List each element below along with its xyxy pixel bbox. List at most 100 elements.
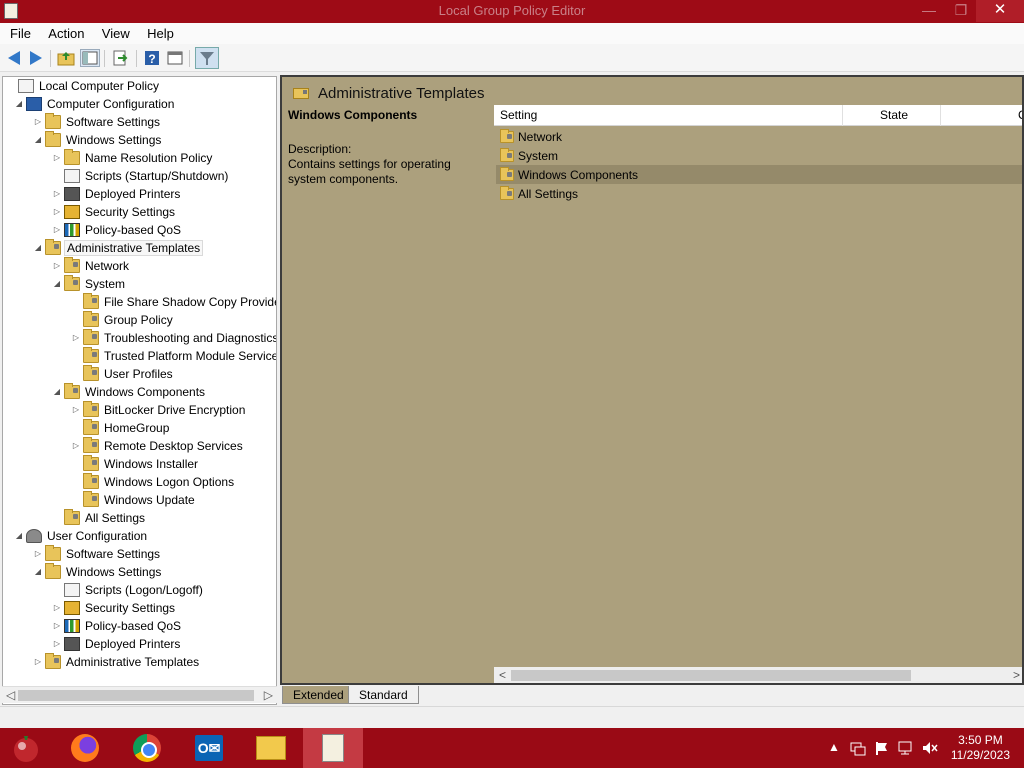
menu-action[interactable]: Action	[38, 23, 84, 41]
expand-icon[interactable]: ▷	[32, 113, 44, 131]
tree-item[interactable]: ◢ Windows Settings	[32, 131, 163, 149]
taskbar-file-explorer[interactable]	[241, 728, 301, 768]
scroll-right-icon[interactable]: >	[1013, 668, 1020, 682]
expand-icon[interactable]: ▷	[51, 185, 63, 203]
expand-icon[interactable]: ▷	[70, 329, 82, 347]
volume-muted-icon[interactable]	[922, 740, 938, 756]
tree-item[interactable]: ◢ Windows Settings	[32, 563, 163, 581]
menu-file[interactable]: File	[0, 23, 31, 41]
expand-icon[interactable]: ▷	[32, 653, 44, 671]
collapse-icon[interactable]: ◢	[32, 239, 44, 257]
tree-item[interactable]: ◢ Windows Components	[51, 383, 207, 401]
tree-item[interactable]: ▷ Name Resolution Policy	[51, 149, 214, 167]
console-tree[interactable]: Local Computer Policy ◢ Computer Configura…	[2, 76, 277, 705]
collapse-icon[interactable]: ◢	[51, 275, 63, 293]
tree-item[interactable]: Windows Update	[70, 491, 197, 509]
list-horizontal-scrollbar[interactable]: < >	[494, 667, 1022, 683]
tree-item[interactable]: HomeGroup	[70, 419, 171, 437]
collapse-icon[interactable]: ◢	[32, 563, 44, 581]
setting-list-item[interactable]: Windows Components	[496, 165, 1022, 184]
action-center-flag-icon[interactable]	[874, 740, 890, 756]
tree-item[interactable]: File Share Shadow Copy Provider	[70, 293, 276, 311]
expand-icon[interactable]: ▷	[51, 203, 63, 221]
tree-item[interactable]: ▷ Deployed Printers	[51, 185, 182, 203]
back-button[interactable]	[4, 49, 24, 67]
scrollbar-thumb[interactable]	[18, 690, 254, 701]
tree-item[interactable]: Trusted Platform Module Services	[70, 347, 276, 365]
scroll-left-icon[interactable]: <	[499, 668, 506, 682]
properties-button[interactable]	[165, 49, 185, 67]
taskbar-firefox[interactable]	[55, 728, 115, 768]
expand-icon[interactable]: ▷	[32, 545, 44, 563]
expand-icon[interactable]: ▷	[51, 599, 63, 617]
collapse-icon[interactable]: ◢	[13, 527, 25, 545]
tree-item[interactable]: Scripts (Logon/Logoff)	[51, 581, 205, 599]
taskbar-group-policy-editor[interactable]	[303, 728, 363, 768]
up-one-level-button[interactable]	[56, 49, 76, 67]
expand-icon[interactable]: ▷	[51, 617, 63, 635]
column-setting[interactable]: Setting	[500, 108, 537, 122]
taskbar-chrome[interactable]	[117, 728, 177, 768]
tab-standard[interactable]: Standard	[348, 686, 419, 704]
expand-icon[interactable]: ▷	[70, 437, 82, 455]
setting-list-item[interactable]: All Settings	[496, 184, 1022, 203]
tree-item[interactable]: ▷ Security Settings	[51, 599, 177, 617]
column-comment[interactable]: C	[1018, 108, 1022, 122]
close-button[interactable]: ✕	[976, 0, 1024, 22]
expand-icon[interactable]: ▷	[70, 401, 82, 419]
tree-item[interactable]: Group Policy	[70, 311, 175, 329]
tree-item[interactable]: ▷ Administrative Templates	[32, 653, 201, 671]
menu-view[interactable]: View	[92, 23, 130, 41]
tree-item[interactable]: ◢ User Configuration	[13, 527, 149, 545]
tree-item[interactable]: Windows Logon Options	[70, 473, 236, 491]
tree-item[interactable]: ▷ Troubleshooting and Diagnostics	[70, 329, 276, 347]
setting-list-item[interactable]: Network	[496, 127, 1022, 146]
tree-item[interactable]: ▷ Policy-based QoS	[51, 221, 183, 239]
tree-item[interactable]: All Settings	[51, 509, 147, 527]
column-state[interactable]: State	[880, 108, 908, 122]
wired-network-icon[interactable]	[898, 740, 914, 756]
tree-item[interactable]: ▷ Network	[51, 257, 131, 275]
tree-item[interactable]: ▷ Remote Desktop Services	[70, 437, 245, 455]
expand-icon[interactable]: ▷	[51, 149, 63, 167]
setting-list-item[interactable]: System	[496, 146, 1022, 165]
menu-help[interactable]: Help	[137, 23, 174, 41]
tree-item[interactable]: ▷ Software Settings	[32, 113, 162, 131]
taskbar-outlook[interactable]: O✉	[179, 728, 239, 768]
tree-item[interactable]: ▷ Deployed Printers	[51, 635, 182, 653]
help-button[interactable]: ?	[142, 49, 162, 67]
network-icon[interactable]	[850, 740, 866, 756]
tree-item[interactable]: User Profiles	[70, 365, 175, 383]
tree-item[interactable]: ◢ Computer Configuration	[13, 95, 176, 113]
minimize-button[interactable]: —	[914, 0, 944, 22]
tree-item[interactable]: Scripts (Startup/Shutdown)	[51, 167, 230, 185]
filter-button[interactable]	[195, 47, 219, 69]
maximize-button[interactable]: ❐	[946, 0, 976, 22]
show-hidden-icons-button[interactable]: ▲	[828, 740, 840, 754]
system-clock[interactable]: 3:50 PM 11/29/2023	[951, 733, 1010, 763]
export-list-button[interactable]	[110, 49, 130, 67]
expand-icon[interactable]: ▷	[51, 221, 63, 239]
scroll-right-icon[interactable]: ▷	[264, 688, 273, 702]
collapse-icon[interactable]: ◢	[51, 383, 63, 401]
show-hide-tree-button[interactable]	[80, 49, 100, 67]
collapse-icon[interactable]: ◢	[32, 131, 44, 149]
tree-item[interactable]: Local Computer Policy	[5, 77, 161, 95]
tree-item[interactable]: ▷ Software Settings	[32, 545, 162, 563]
forward-button[interactable]	[26, 49, 46, 67]
column-divider[interactable]	[940, 105, 941, 126]
scrollbar-thumb[interactable]	[511, 670, 911, 681]
expand-icon[interactable]: ▷	[51, 257, 63, 275]
scroll-left-icon[interactable]: ◁	[6, 688, 15, 702]
tree-item[interactable]: ▷ Policy-based QoS	[51, 617, 183, 635]
tree-horizontal-scrollbar[interactable]: ◁ ▷	[2, 686, 277, 703]
start-button-icon[interactable]	[10, 732, 42, 764]
expand-icon[interactable]: ▷	[51, 635, 63, 653]
tree-item[interactable]: ▷ BitLocker Drive Encryption	[70, 401, 247, 419]
tree-item[interactable]: Windows Installer	[70, 455, 200, 473]
tab-extended[interactable]: Extended	[282, 686, 355, 704]
tree-item[interactable]: ◢ System	[51, 275, 127, 293]
tree-item[interactable]: ◢ Administrative Templates	[32, 239, 204, 257]
collapse-icon[interactable]: ◢	[13, 95, 25, 113]
tree-item[interactable]: ▷ Security Settings	[51, 203, 177, 221]
